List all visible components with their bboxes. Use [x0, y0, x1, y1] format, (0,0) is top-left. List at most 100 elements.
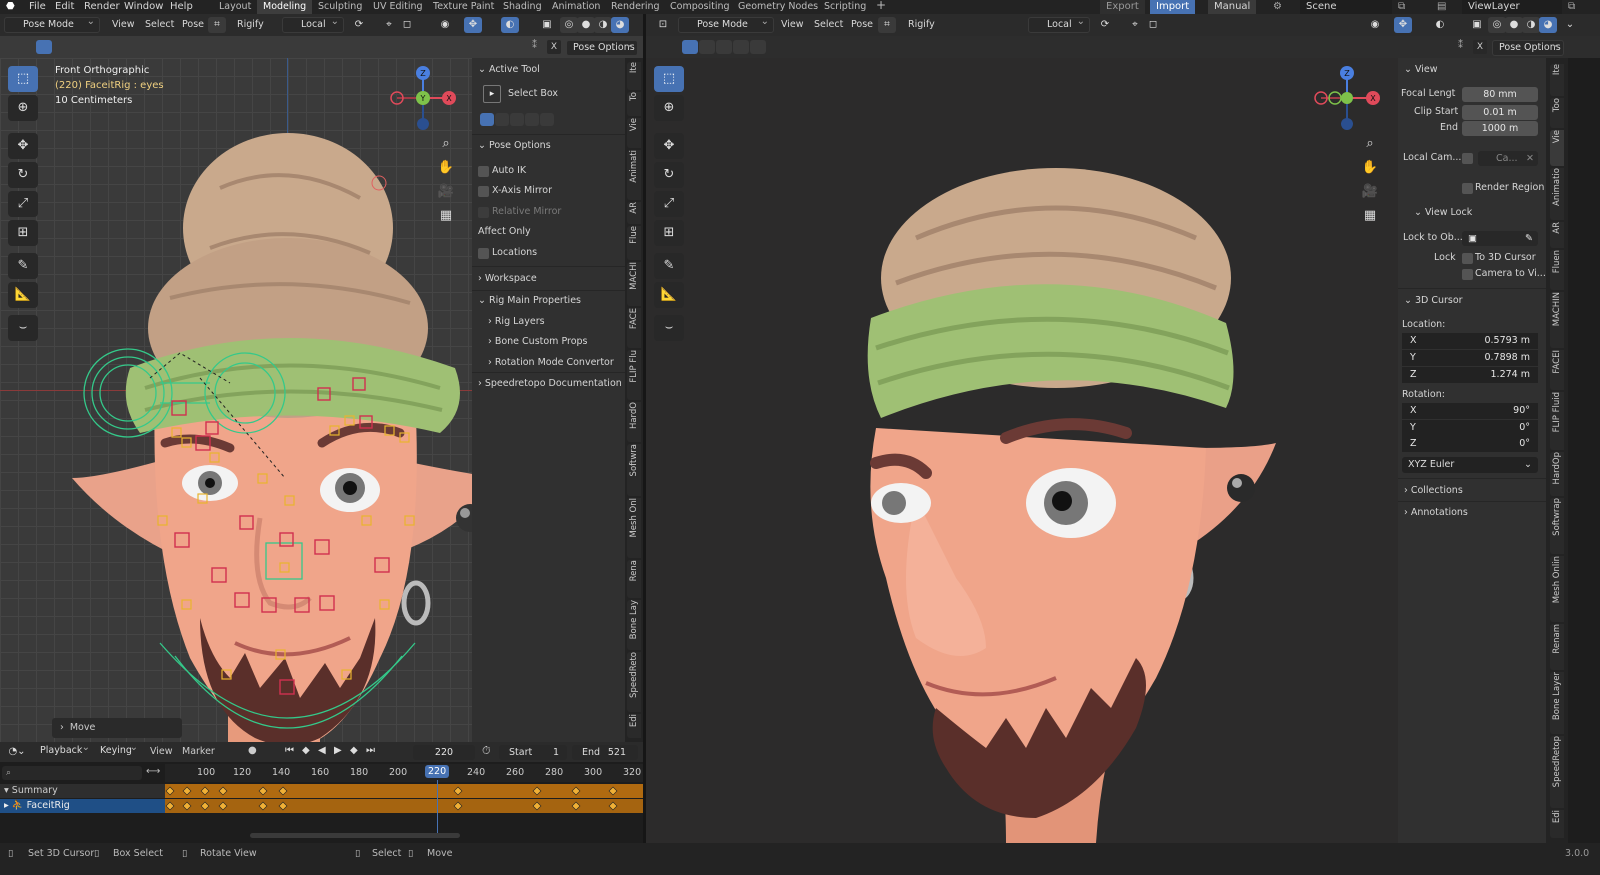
left-mode-dropdown[interactable]: Pose Mode	[4, 15, 100, 33]
right-nav-gizmo[interactable]: Z X	[1311, 66, 1383, 138]
end-frame-field[interactable]: End 521	[572, 745, 638, 760]
tab-item[interactable]: Ite	[627, 62, 641, 90]
right-pose-lib-icon[interactable]: ⌗	[878, 17, 896, 33]
lock-to-3d-cursor-checkbox[interactable]	[1462, 253, 1473, 264]
right-editor-type-icon[interactable]: ⊡	[654, 17, 672, 33]
measure-tool-icon[interactable]: 📐	[8, 282, 38, 308]
annotate-tool-icon[interactable]: ✎	[8, 253, 38, 279]
workspace-tab-scripting[interactable]: Scripting	[824, 0, 866, 14]
clear-x-icon[interactable]: ✕	[1526, 151, 1534, 166]
export-button[interactable]: Export	[1100, 0, 1145, 14]
left-snap-target-icon[interactable]: ◻	[398, 17, 416, 33]
tab-view[interactable]: Vie	[1550, 130, 1564, 166]
annotate-tool-icon[interactable]: ✎	[654, 253, 684, 279]
left-zoom-icon[interactable]: ⌕	[435, 133, 457, 155]
left-shading-solid-icon[interactable]: ●	[577, 17, 595, 33]
focal-length-field[interactable]: 80 mm	[1462, 87, 1538, 102]
active-tool-header[interactable]: ⌄ Active Tool	[478, 61, 540, 79]
eyedropper-icon[interactable]: ✎	[1525, 231, 1533, 246]
view-lock-header[interactable]: ⌄ View Lock	[1414, 204, 1472, 222]
start-frame-field[interactable]: Start 1	[499, 745, 567, 760]
left-menu-pose[interactable]: Pose	[182, 18, 204, 32]
timeline-view-menu[interactable]: View	[150, 746, 173, 757]
right-3d-viewport-rendered[interactable]: ⬚ ⊕ ✥ ↻ ⤢ ⊞ ✎ 📐 ⌣ Z X ⌕ ✋ 🎥 ▦	[646, 58, 1398, 843]
rotate-tool-icon[interactable]: ↻	[654, 162, 684, 188]
left-select-mode-intersect-icon[interactable]	[104, 40, 120, 54]
blender-logo-icon[interactable]: ⬣	[6, 0, 15, 14]
right-gizmo-icon[interactable]: ✥	[1394, 17, 1412, 33]
view-layer-selector[interactable]: ViewLayer	[1462, 0, 1562, 14]
play-reverse-icon[interactable]: ◀	[318, 745, 326, 756]
right-menu-rigify[interactable]: Rigify	[908, 18, 935, 32]
right-overlay-icon[interactable]: ◐	[1431, 17, 1449, 33]
timeline-scrollbar[interactable]	[250, 833, 460, 838]
right-select-mode-invert-icon[interactable]	[733, 40, 749, 54]
workspace-tab-animation[interactable]: Animation	[552, 0, 600, 14]
left-menu-rigify[interactable]: Rigify	[237, 18, 264, 32]
right-visibility-icon[interactable]: ◉	[1366, 17, 1384, 33]
view-panel-header[interactable]: ⌄ View	[1404, 61, 1438, 79]
left-pose-lib-icon[interactable]: ⌗	[208, 17, 226, 33]
bone-custom-props-subpanel[interactable]: › Bone Custom Props	[488, 333, 588, 351]
move-tool-icon[interactable]: ✥	[8, 133, 38, 159]
rig-main-header[interactable]: ⌄ Rig Main Properties	[478, 292, 581, 310]
tab-machin3[interactable]: MACHI	[627, 262, 641, 306]
playback-menu[interactable]: Playback	[34, 741, 94, 760]
left-pivot-icon[interactable]: ⟳	[350, 17, 368, 33]
workspace-tab-geometry-nodes[interactable]: Geometry Nodes	[738, 0, 818, 14]
right-snap-target-icon[interactable]: ◻	[1144, 17, 1162, 33]
left-ortho-grid-icon[interactable]: ▦	[435, 205, 457, 227]
select-box-tool-icon[interactable]: ⬚	[654, 66, 684, 92]
right-shading-rendered-icon[interactable]: ◕	[1539, 17, 1557, 33]
right-pivot-icon[interactable]: ⟳	[1096, 17, 1114, 33]
measure-tool-icon[interactable]: 📐	[654, 282, 684, 308]
right-shading-wire-icon[interactable]: ◎	[1488, 17, 1506, 33]
cursor-tool-icon[interactable]: ⊕	[8, 95, 38, 121]
clip-end-field[interactable]: 1000 m	[1462, 121, 1538, 136]
left-3d-viewport[interactable]: Front Orthographic (220) FaceitRig : eye…	[0, 58, 472, 742]
tab-rename[interactable]: Rena	[627, 560, 641, 598]
tab-mesh-online[interactable]: Mesh Onl	[627, 498, 641, 558]
relative-mirror-checkbox[interactable]	[478, 207, 489, 218]
left-mirror-x-button[interactable]: X	[547, 40, 561, 54]
play-icon[interactable]: ▶	[334, 745, 342, 756]
right-shading-material-icon[interactable]: ◑	[1522, 17, 1540, 33]
menu-window[interactable]: Window	[124, 0, 163, 14]
right-menu-select[interactable]: Select	[814, 18, 843, 32]
tab-speedretopo[interactable]: SpeedRetop	[1550, 736, 1564, 808]
cursor-rotation-y-field[interactable]: Y 0°	[1402, 420, 1538, 436]
editor-type-clock-icon[interactable]: ◔⌄	[4, 744, 30, 760]
tab-faceit[interactable]: FACE	[627, 308, 641, 348]
menu-help[interactable]: Help	[170, 0, 193, 14]
move-tool-icon[interactable]: ✥	[654, 133, 684, 159]
right-shading-options-icon[interactable]: ⌄	[1561, 17, 1579, 33]
tab-machin3[interactable]: MACHIN	[1550, 292, 1564, 348]
lock-to-object-field[interactable]: ▣ ✎	[1462, 231, 1538, 246]
cursor-location-x-field[interactable]: X 0.5793 m	[1402, 333, 1538, 349]
render-region-checkbox[interactable]	[1462, 183, 1473, 194]
current-frame-field[interactable]: 220	[413, 745, 475, 760]
tab-animation[interactable]: Animatio	[1550, 168, 1564, 220]
workspace-panel-header[interactable]: › Workspace	[478, 270, 537, 288]
cursor-rotation-z-field[interactable]: Z 0°	[1402, 436, 1538, 452]
right-select-mode-intersect-icon[interactable]	[750, 40, 766, 54]
keying-menu[interactable]: Keying	[94, 741, 142, 760]
workspace-tab-layout[interactable]: Layout	[219, 0, 251, 14]
left-select-mode-extend-icon[interactable]	[53, 40, 69, 54]
clip-start-field[interactable]: 0.01 m	[1462, 105, 1538, 120]
left-shading-wire-icon[interactable]: ◎	[560, 17, 578, 33]
rotation-mode-convertor-subpanel[interactable]: › Rotation Mode Convertor	[488, 354, 614, 372]
next-keyframe-icon[interactable]: ◆	[350, 745, 358, 756]
annotations-panel-header[interactable]: › Annotations	[1404, 504, 1468, 522]
transform-tool-icon[interactable]: ⊞	[654, 220, 684, 246]
npanel-mode-invert-icon[interactable]	[525, 113, 539, 126]
auto-ik-checkbox[interactable]	[478, 166, 489, 177]
right-pose-options-dropdown[interactable]: Pose Options	[1492, 38, 1564, 56]
select-box-tool-icon[interactable]: ⬚	[8, 66, 38, 92]
left-xray-icon[interactable]: ▣	[538, 17, 556, 33]
locations-checkbox[interactable]	[478, 248, 489, 259]
pose-options-header[interactable]: ⌄ Pose Options	[478, 137, 551, 155]
x-axis-mirror-checkbox[interactable]	[478, 186, 489, 197]
timeline-marker-menu[interactable]: Marker	[182, 746, 215, 757]
left-snap-icon[interactable]: ⌖	[380, 17, 398, 33]
